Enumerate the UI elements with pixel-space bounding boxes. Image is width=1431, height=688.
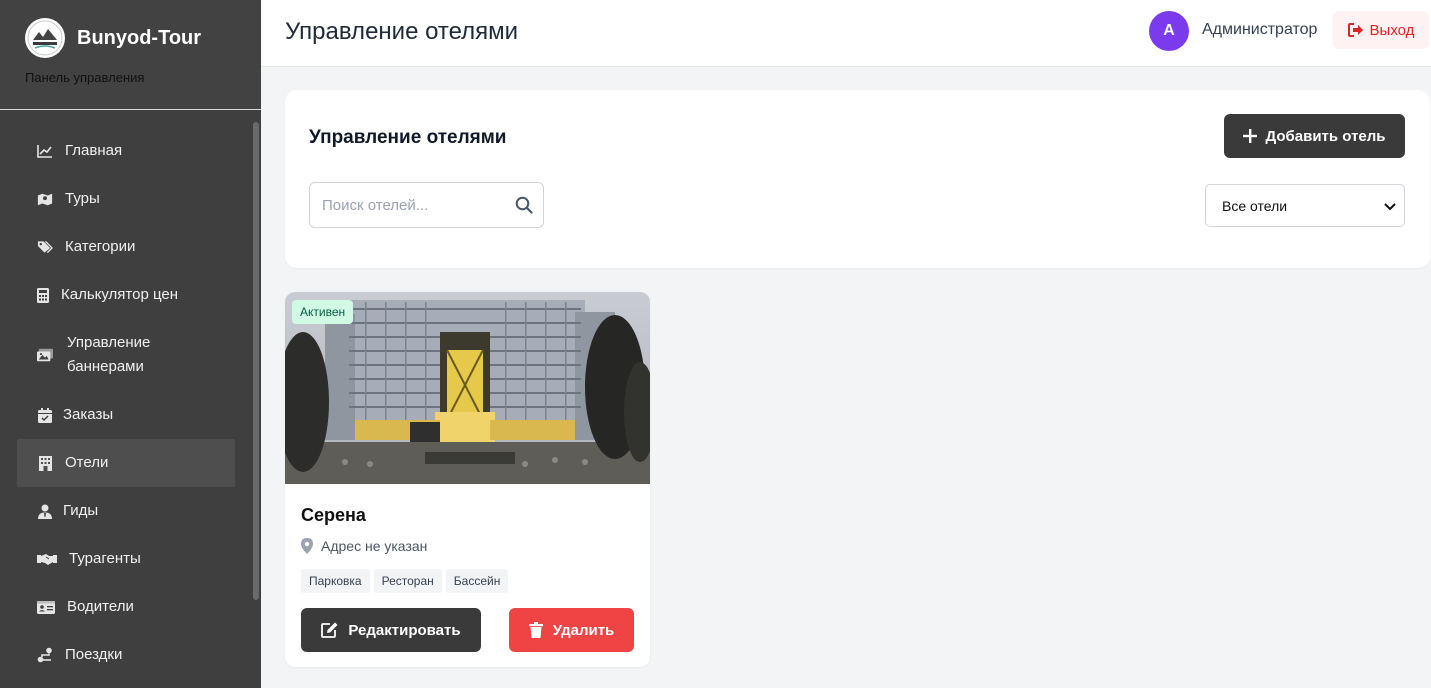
hotel-controls-panel: Управление отелями Добавить отель Все от… — [285, 90, 1430, 268]
amenity-tag: Ресторан — [373, 569, 442, 593]
edit-hotel-button[interactable]: Редактировать — [301, 608, 481, 652]
hotel-icon — [37, 455, 53, 471]
edit-label: Редактировать — [348, 621, 461, 639]
filter-selected-value: Все отели — [1222, 197, 1288, 214]
sidebar-item-drivers[interactable]: Водители — [17, 583, 235, 631]
sidebar-item-label: Отели — [65, 454, 109, 471]
images-icon — [37, 347, 53, 363]
sidebar-item-label: Калькулятор цен — [61, 286, 179, 303]
sidebar-item-agents[interactable]: Турагенты — [17, 535, 235, 583]
sidebar-item-label: Туры — [65, 190, 100, 207]
delete-label: Удалить — [552, 621, 615, 639]
sign-out-icon — [1347, 23, 1364, 37]
add-hotel-button[interactable]: Добавить отель — [1224, 114, 1405, 158]
sidebar-item-label: Заказы — [63, 406, 114, 423]
add-hotel-label: Добавить отель — [1265, 127, 1386, 145]
map-marker-icon — [301, 538, 313, 554]
trash-icon — [528, 622, 543, 638]
sidebar-item-banners[interactable]: Управление баннерами — [17, 319, 235, 391]
sidebar-item-orders[interactable]: Заказы — [17, 391, 235, 439]
brand-logo — [25, 18, 65, 58]
chart-line-icon — [37, 143, 53, 159]
sidebar: Bunyod-Tour Панель управления Главная Ту… — [0, 0, 261, 688]
sidebar-item-label: Категории — [65, 238, 136, 255]
sidebar-item-price-calculator[interactable]: Калькулятор цен — [17, 271, 235, 319]
user-tie-icon — [37, 503, 53, 519]
avatar[interactable]: A — [1149, 11, 1189, 51]
tags-icon — [37, 239, 53, 255]
search-input[interactable] — [310, 183, 500, 227]
brand-subtitle: Панель управления — [25, 70, 145, 85]
amenity-tags: Парковка Ресторан Бассейн — [301, 569, 512, 593]
hotel-card: Активен Серена Адрес не указан Парковка … — [285, 292, 650, 667]
edit-icon — [321, 622, 338, 638]
sidebar-item-label: Турагенты — [69, 550, 141, 567]
calendar-check-icon — [37, 407, 53, 423]
page-title: Управление отелями — [285, 18, 519, 45]
amenity-tag: Парковка — [301, 569, 370, 593]
sidebar-item-hotels[interactable]: Отели — [17, 439, 235, 487]
brand-header: Bunyod-Tour Панель управления — [0, 0, 261, 110]
sidebar-item-label: Поездки — [65, 646, 123, 663]
sidebar-item-tours[interactable]: Туры — [17, 175, 235, 223]
map-icon — [37, 191, 53, 207]
plus-icon — [1243, 125, 1258, 147]
sidebar-item-home[interactable]: Главная — [17, 127, 235, 175]
id-card-icon — [37, 599, 55, 615]
brand-name: Bunyod-Tour — [77, 26, 202, 49]
hotel-filter-select[interactable]: Все отели — [1205, 184, 1405, 227]
panel-title: Управление отелями — [309, 127, 507, 148]
hotel-name: Серена — [301, 505, 366, 525]
calculator-icon — [37, 287, 49, 303]
search-icon[interactable] — [515, 196, 533, 219]
sidebar-item-label: Гиды — [63, 502, 99, 519]
logout-label: Выход — [1369, 21, 1415, 39]
sidebar-item-label: Водители — [67, 598, 134, 615]
sidebar-item-categories[interactable]: Категории — [17, 223, 235, 271]
sidebar-scrollbar[interactable] — [253, 122, 259, 600]
sidebar-item-guides[interactable]: Гиды — [17, 487, 235, 535]
top-bar: Управление отелями A Администратор Выход — [261, 0, 1431, 67]
delete-hotel-button[interactable]: Удалить — [509, 608, 634, 652]
handshake-icon — [37, 551, 57, 567]
sidebar-item-label: Управление баннерами — [67, 334, 151, 375]
chevron-down-icon — [1384, 198, 1396, 214]
hotel-search — [309, 182, 544, 228]
logout-button[interactable]: Выход — [1333, 11, 1429, 49]
status-badge: Активен — [292, 300, 354, 324]
user-name: Администратор — [1202, 21, 1318, 38]
hotel-address: Адрес не указан — [301, 538, 427, 554]
route-icon — [37, 647, 53, 663]
amenity-tag: Бассейн — [445, 569, 509, 593]
sidebar-item-label: Главная — [65, 142, 123, 159]
sidebar-item-trips[interactable]: Поездки — [17, 631, 235, 679]
sidebar-nav: Главная Туры Категории Калькулятор цен У… — [17, 127, 235, 679]
hotel-address-text: Адрес не указан — [321, 538, 428, 554]
